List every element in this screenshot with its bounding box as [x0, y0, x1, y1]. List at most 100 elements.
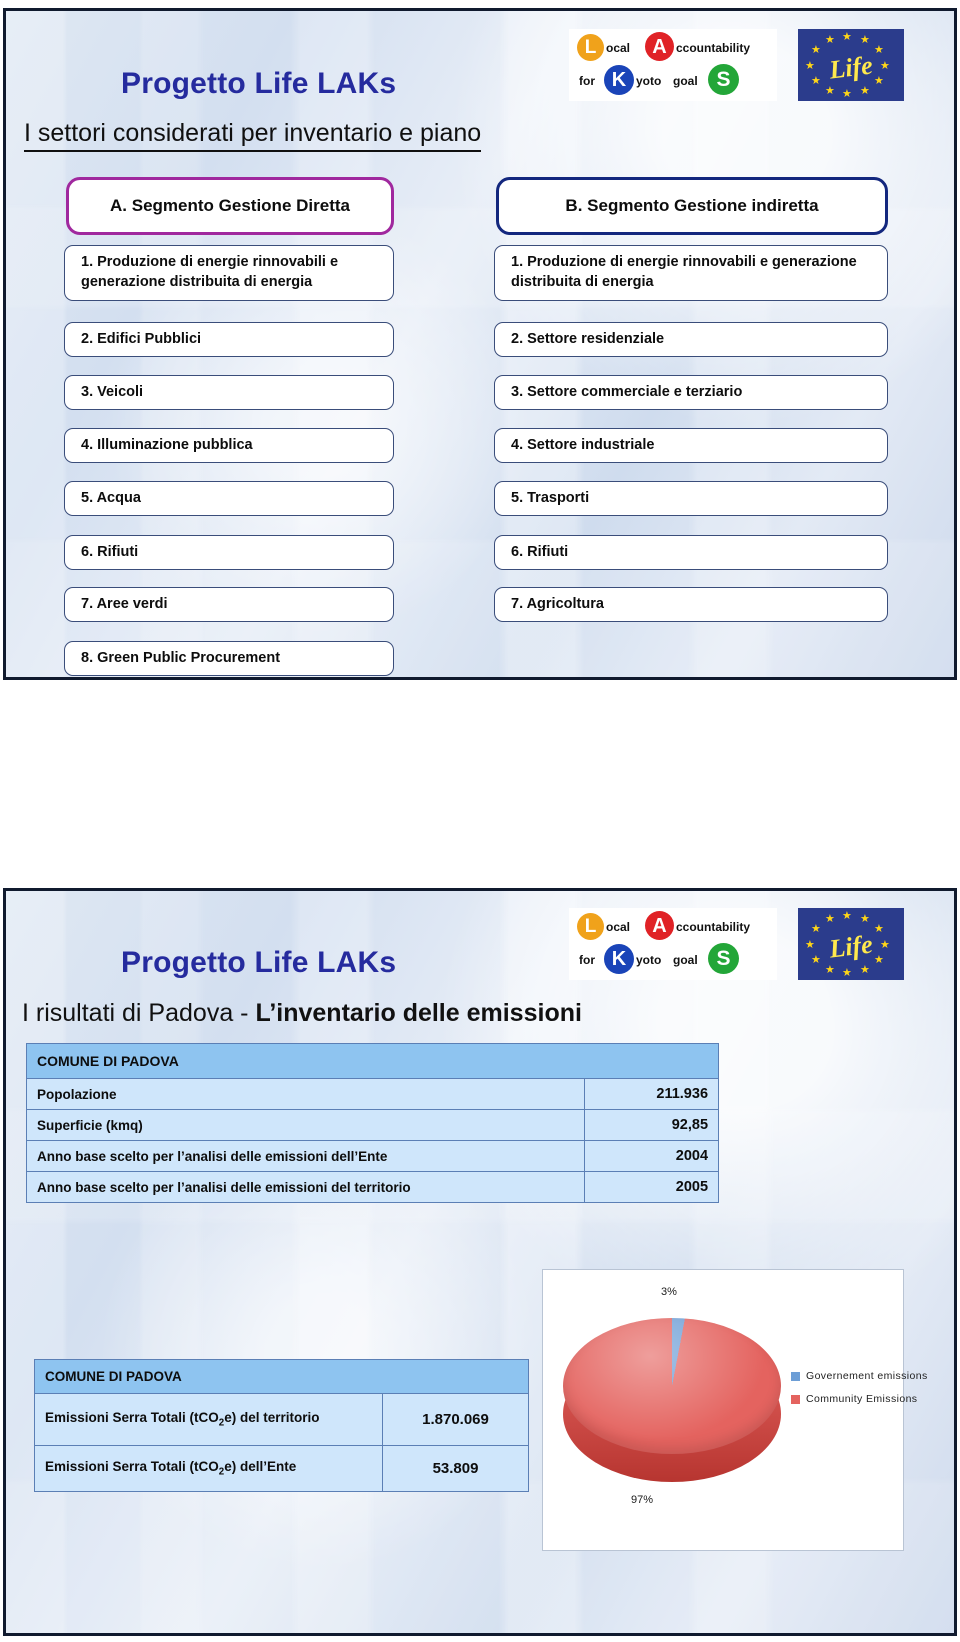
list-item[interactable]: 7. Aree verdi — [64, 587, 394, 622]
table-row-header: COMUNE DI PADOVA — [33, 1359, 530, 1394]
eu-star-icon: ★ — [811, 923, 821, 935]
table-cell-value: 1.870.069 — [381, 1393, 530, 1446]
legend-item: Governement emissions — [791, 1370, 928, 1382]
lak-logo-accountability-text: ccountability — [676, 920, 751, 934]
table-cell-value: 2004 — [583, 1140, 720, 1172]
table-header-cell: COMUNE DI PADOVA — [25, 1043, 720, 1079]
eu-star-icon: ★ — [811, 44, 821, 56]
list-item[interactable]: 8. Green Public Procurement — [64, 641, 394, 676]
table-cell-label: Emissioni Serra Totali (tCO2e) del terri… — [34, 1393, 383, 1446]
table-row: Superficie (kmq) 92,85 — [26, 1109, 720, 1141]
legend-swatch-government — [791, 1371, 800, 1381]
table-row: Emissioni Serra Totali (tCO2e) del terri… — [34, 1393, 530, 1446]
eu-star-icon: ★ — [825, 964, 835, 976]
eu-star-icon: ★ — [842, 967, 852, 979]
lak-logo-k-circle: K — [604, 944, 634, 974]
legend-label: Community Emissions — [806, 1393, 918, 1405]
lak-logo-for-text: for — [579, 74, 595, 88]
page-title: Progetto Life LAKs — [121, 67, 397, 100]
emissions-label-post: e) dell’Ente — [224, 1459, 297, 1475]
slide2-subtitle-light: I risultati di Padova - — [22, 999, 256, 1027]
list-item[interactable]: 1. Produzione di energie rinnovabili e g… — [494, 245, 888, 301]
eu-star-icon: ★ — [825, 913, 835, 925]
eu-star-icon: ★ — [842, 31, 852, 43]
emissions-pie-chart: 3% 97% Governement emissions Community E… — [542, 1269, 927, 1551]
list-item[interactable]: 5. Acqua — [64, 481, 394, 516]
lak-logo-a-circle: A — [645, 32, 674, 61]
slide2-subtitle-bold: L’inventario delle emissioni — [255, 999, 582, 1027]
eu-star-icon: ★ — [825, 85, 835, 97]
table-cell-label: Emissioni Serra Totali (tCO2e) dell’Ente — [34, 1445, 383, 1492]
table-header-cell: COMUNE DI PADOVA — [33, 1359, 530, 1394]
slide2-subtitle: I risultati di Padova - L’inventario del… — [22, 999, 582, 1028]
table-row: Anno base scelto per l’analisi delle emi… — [26, 1140, 720, 1172]
list-item[interactable]: 3. Veicoli — [64, 375, 394, 410]
lak-logo-accountability-text: ccountability — [676, 41, 751, 55]
table-cell-label: Superficie (kmq) — [26, 1109, 585, 1141]
lak-logo: L ocal A ccountability for K yoto goal S — [569, 908, 777, 980]
legend-item: Community Emissions — [791, 1393, 928, 1405]
emissions-label-post: e) del territorio — [224, 1410, 320, 1426]
lak-logo-kyoto-text: yoto — [636, 953, 662, 967]
list-item[interactable]: 6. Rifiuti — [494, 535, 888, 570]
eu-life-logo: ★ ★ ★ ★ ★ ★ ★ ★ ★ ★ ★ ★ Life — [798, 908, 904, 980]
legend-swatch-community — [791, 1394, 800, 1404]
table-row-header: COMUNE DI PADOVA — [25, 1043, 720, 1079]
list-item[interactable]: 4. Illuminazione pubblica — [64, 428, 394, 463]
slide-deck-page: Progetto Life LAKs L ocal A ccountabilit… — [0, 0, 960, 1642]
lak-logo-local-text: ocal — [606, 920, 631, 934]
table-cell-label: Popolazione — [26, 1078, 585, 1110]
eu-life-logo: ★ ★ ★ ★ ★ ★ ★ ★ ★ ★ ★ ★ Life — [798, 29, 904, 101]
lak-logo-a-circle: A — [645, 911, 674, 940]
lak-logo-s-circle: S — [708, 64, 739, 95]
list-item[interactable]: 7. Agricoltura — [494, 587, 888, 622]
legend-label: Governement emissions — [806, 1370, 928, 1382]
lak-logo: L ocal A ccountability for K yoto goal S — [569, 29, 777, 101]
table-cell-label: Anno base scelto per l’analisi delle emi… — [26, 1171, 585, 1203]
list-item[interactable]: 5. Trasporti — [494, 481, 888, 516]
lak-logo-local-text: ocal — [606, 41, 631, 55]
lak-logo-l-circle: L — [577, 34, 604, 61]
table-cell-value: 2005 — [583, 1171, 720, 1203]
table-cell-value: 92,85 — [583, 1109, 720, 1141]
list-item[interactable]: 6. Rifiuti — [64, 535, 394, 570]
table-cell-value: 53.809 — [381, 1445, 530, 1492]
emissions-label-pre: Emissioni Serra Totali (tCO — [45, 1459, 219, 1475]
table-cell-label: Anno base scelto per l’analisi delle emi… — [26, 1140, 585, 1172]
lak-logo-goal-text: goal — [673, 953, 698, 967]
lak-logo-goal-text: goal — [673, 74, 698, 88]
eu-star-icon: ★ — [842, 88, 852, 100]
lak-logo-s-circle: S — [708, 943, 739, 974]
pie-data-label-government: 3% — [661, 1286, 677, 1298]
slide1-subtitle: I settori considerati per inventario e p… — [24, 119, 482, 152]
eu-star-icon: ★ — [860, 85, 870, 97]
slide-results: Progetto Life LAKs L ocal A ccountabilit… — [3, 888, 957, 1636]
emissions-label-pre: Emissioni Serra Totali (tCO — [45, 1410, 219, 1426]
eu-star-icon: ★ — [860, 964, 870, 976]
list-item[interactable]: 3. Settore commerciale e terziario — [494, 375, 888, 410]
list-item[interactable]: 2. Edifici Pubblici — [64, 322, 394, 357]
lak-logo-k-circle: K — [604, 65, 634, 95]
table-row: Emissioni Serra Totali (tCO2e) dell’Ente… — [34, 1445, 530, 1492]
emissions-table: COMUNE DI PADOVA Emissioni Serra Totali … — [33, 1359, 530, 1492]
list-item[interactable]: 1. Produzione di energie rinnovabili e g… — [64, 245, 394, 301]
chart-legend: Governement emissions Community Emission… — [791, 1370, 928, 1416]
list-item[interactable]: 4. Settore industriale — [494, 428, 888, 463]
pie-data-label-community: 97% — [631, 1494, 654, 1506]
pie-graphic — [563, 1318, 781, 1508]
eu-star-icon: ★ — [825, 34, 835, 46]
slide-sectors: Progetto Life LAKs L ocal A ccountabilit… — [3, 8, 957, 680]
lak-logo-kyoto-text: yoto — [636, 74, 662, 88]
eu-star-icon: ★ — [842, 910, 852, 922]
page-title: Progetto Life LAKs — [121, 946, 397, 979]
table-row: Popolazione 211.936 — [26, 1078, 720, 1110]
table-row: Anno base scelto per l’analisi delle emi… — [26, 1171, 720, 1203]
padova-info-table: COMUNE DI PADOVA Popolazione 211.936 Sup… — [25, 1043, 720, 1203]
table-cell-value: 211.936 — [583, 1078, 720, 1110]
lak-logo-l-circle: L — [577, 913, 604, 940]
eu-star-icon: ★ — [860, 913, 870, 925]
eu-star-icon: ★ — [860, 34, 870, 46]
segment-b-header: B. Segmento Gestione indiretta — [496, 177, 888, 235]
list-item[interactable]: 2. Settore residenziale — [494, 322, 888, 357]
lak-logo-for-text: for — [579, 953, 595, 967]
